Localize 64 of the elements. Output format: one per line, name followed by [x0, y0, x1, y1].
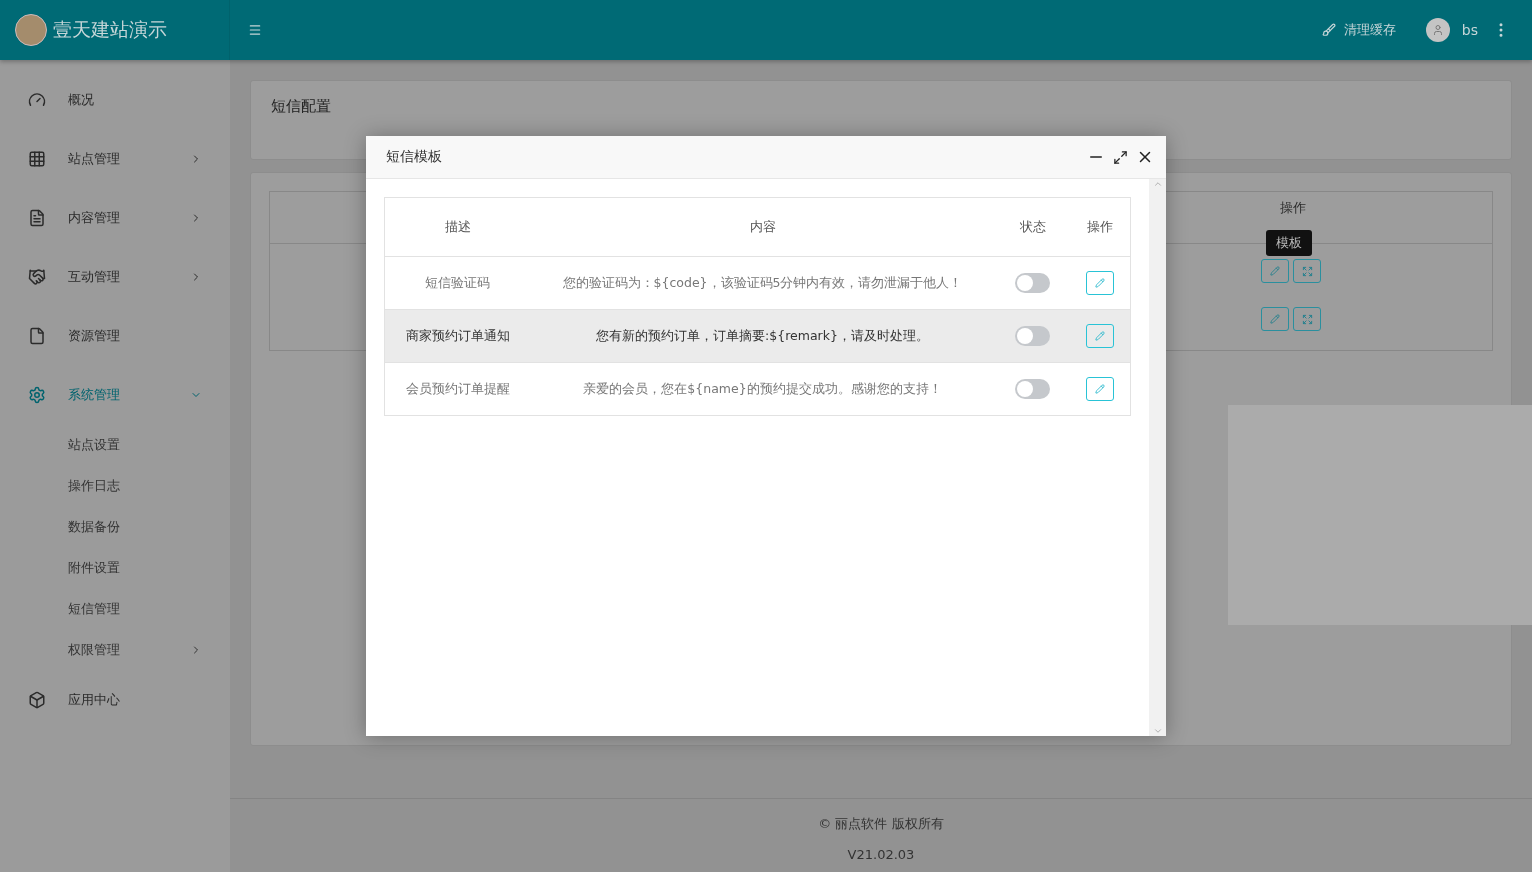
sidebar-icon	[28, 149, 46, 168]
table-cell-text: 您的验证码为：${code}，该验证码5分钟内有效，请勿泄漏于他人！	[561, 274, 964, 292]
sidebar-subitem[interactable]: 权限管理	[0, 629, 230, 670]
site-title: 壹天建站演示	[53, 17, 167, 42]
pencil-icon	[1094, 278, 1105, 288]
scroll-down-icon[interactable]	[1152, 726, 1163, 736]
sidebar-icon	[28, 90, 46, 109]
edit-button[interactable]	[1261, 259, 1289, 283]
expand-icon	[1301, 313, 1313, 325]
pencil-icon	[1270, 266, 1280, 276]
column-header: 状态	[1018, 218, 1047, 236]
modal-title: 短信模板	[386, 148, 443, 166]
expand-button[interactable]	[1293, 259, 1321, 283]
status-toggle[interactable]	[1015, 273, 1050, 293]
sidebar-icon	[28, 267, 46, 286]
logo-avatar	[15, 14, 47, 46]
clear-cache-link[interactable]: 清理缓存	[1343, 21, 1396, 39]
column-header: 内容	[748, 218, 777, 236]
table-cell-text: 短信验证码	[424, 274, 491, 292]
tooltip: 模板	[1266, 230, 1312, 256]
maximize-icon[interactable]	[1113, 149, 1128, 165]
pencil-icon	[1094, 331, 1105, 341]
sidebar-item[interactable]: 系统管理	[0, 365, 230, 424]
sidebar-subitem[interactable]: 数据备份	[0, 506, 230, 547]
scroll-up-icon[interactable]	[1152, 179, 1163, 189]
sidebar-icon	[28, 208, 46, 227]
table-cell-text: 亲爱的会员，您在${name}的预约提交成功。感谢您的支持！	[582, 380, 943, 398]
sidebar-item[interactable]: 内容管理	[0, 188, 230, 247]
table-cell-text: 商家预约订单通知	[404, 327, 511, 345]
sidebar-item[interactable]: 概况	[0, 70, 230, 129]
status-toggle[interactable]	[1015, 326, 1050, 346]
pencil-icon	[1270, 314, 1280, 324]
sidebar-subitem[interactable]: 附件设置	[0, 547, 230, 588]
sidebar-subitem[interactable]: 站点设置	[0, 424, 230, 465]
edit-button[interactable]	[1261, 307, 1289, 331]
edit-button[interactable]	[1085, 271, 1114, 295]
table-cell-text: 会员预约订单提醒	[404, 380, 511, 398]
column-header: 描述	[443, 218, 472, 236]
column-header: 操作	[1085, 218, 1114, 236]
user-name[interactable]: bs	[1461, 22, 1478, 38]
expand-icon	[1301, 265, 1313, 277]
edit-button[interactable]	[1085, 377, 1114, 401]
page-title: 短信配置	[271, 97, 331, 115]
sidebar-subitem[interactable]: 操作日志	[0, 465, 230, 506]
expand-button[interactable]	[1293, 307, 1321, 331]
scrollbar[interactable]	[1149, 179, 1166, 736]
sidebar-item[interactable]: 应用中心	[0, 670, 230, 729]
pencil-icon	[1094, 384, 1105, 394]
user-avatar[interactable]	[1425, 18, 1450, 42]
copyright-text: © 丽点软件 版权所有	[818, 814, 944, 833]
sidebar-item[interactable]: 资源管理	[0, 306, 230, 365]
sidebar-subitem[interactable]: 短信管理	[0, 588, 230, 629]
edit-button[interactable]	[1085, 324, 1114, 348]
version-text: V21.02.03	[847, 846, 915, 862]
column-header: 操作	[1280, 200, 1306, 216]
menu-icon[interactable]	[248, 23, 262, 37]
table-cell-text: 您有新的预约订单，订单摘要:${remark}，请及时处理。	[595, 327, 930, 345]
sidebar-icon	[28, 385, 46, 404]
brush-icon[interactable]	[1321, 23, 1336, 37]
sidebar-item[interactable]: 站点管理	[0, 129, 230, 188]
sidebar-item[interactable]: 互动管理	[0, 247, 230, 306]
sidebar-icon	[28, 326, 46, 345]
status-toggle[interactable]	[1015, 379, 1050, 399]
sidebar-icon	[28, 690, 46, 709]
